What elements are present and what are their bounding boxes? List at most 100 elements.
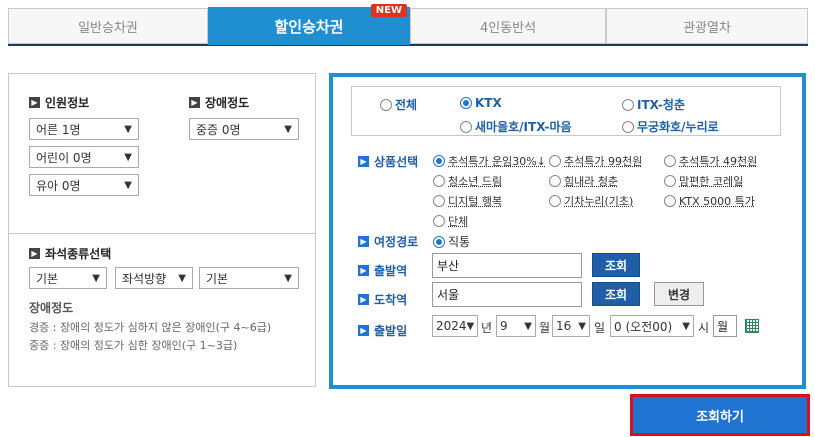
- month-select[interactable]: 9 ▼: [496, 315, 536, 337]
- train-type-mugunghwa-radio[interactable]: 무궁화호/누리로: [622, 118, 719, 135]
- seat-position-select[interactable]: 기본 ▼: [199, 267, 299, 289]
- divider: [9, 233, 315, 234]
- tab-discount-ticket[interactable]: 할인승차권 NEW: [208, 4, 410, 45]
- train-type-itx-cheongchun-radio[interactable]: ITX-청춘: [622, 96, 685, 113]
- route-label: ▶ 여정경로: [358, 233, 418, 250]
- train-type-saemaeul-radio[interactable]: 새마을호/ITX-마음: [460, 118, 572, 135]
- search-button[interactable]: 조회하기: [633, 397, 807, 433]
- calendar-icon[interactable]: [745, 319, 759, 333]
- radio-label: 추석특가 99천원: [564, 155, 643, 168]
- arrow-icon: ▶: [358, 236, 369, 247]
- arrow-icon: ▶: [358, 294, 369, 305]
- chevron-down-icon: ▼: [466, 320, 475, 332]
- select-value: 0 (오전00): [614, 319, 673, 334]
- ticket-tabs: 일반승차권 할인승차권 NEW 4인동반석 관광열차: [8, 4, 808, 46]
- radio-label: 직통: [448, 235, 471, 249]
- label-text: 상품선택: [374, 155, 419, 169]
- day-select[interactable]: 16 ▼: [552, 315, 590, 337]
- swap-stations-button[interactable]: 변경: [654, 282, 704, 306]
- chevron-down-icon: ▼: [92, 272, 100, 284]
- weekday-display: 월: [713, 315, 737, 337]
- radio-icon: [549, 155, 561, 167]
- seat-type-heading: ▶ 좌석종류선택: [29, 245, 111, 262]
- arrow-icon: ▶: [358, 156, 369, 167]
- seat-direction-select[interactable]: 좌석방향 ▼: [115, 267, 193, 289]
- radio-label: KTX 5000 특가: [679, 195, 755, 208]
- chevron-down-icon: ▼: [124, 179, 132, 191]
- product-radio[interactable]: 기차누리(기초): [549, 193, 633, 209]
- hour-unit: 시: [698, 321, 710, 335]
- disability-count-select[interactable]: 중증 0명 ▼: [189, 118, 299, 140]
- radio-label: 추석특가 운임30%↓: [448, 155, 546, 168]
- radio-checked-icon: [433, 155, 445, 167]
- product-radio[interactable]: 청소년 드림: [433, 173, 502, 189]
- radio-icon: [622, 120, 634, 133]
- chevron-down-icon: ▼: [682, 320, 690, 332]
- arrow-icon: ▶: [29, 97, 40, 108]
- radio-label: 기차누리(기초): [564, 195, 634, 208]
- tab-label: 4인동반석: [479, 20, 537, 36]
- disability-note-title: 장애정도: [29, 301, 74, 315]
- chevron-down-icon: ▼: [524, 320, 532, 332]
- departure-search-button[interactable]: 조회: [592, 253, 640, 277]
- radio-icon: [380, 98, 392, 111]
- label-text: 도착역: [374, 293, 408, 307]
- train-type-box: 전체 KTX ITX-청춘 새마을호/ITX-마음 무궁화호/누리로: [351, 86, 781, 136]
- product-radio[interactable]: 힘내라 청춘: [549, 173, 618, 189]
- select-value: 어린이 0명: [36, 150, 92, 165]
- disability-heading: ▶ 장애정도: [189, 94, 249, 111]
- radio-icon: [433, 195, 445, 207]
- radio-icon: [664, 195, 676, 207]
- arrow-icon: ▶: [189, 97, 200, 108]
- heading-text: 좌석종류선택: [45, 247, 112, 261]
- arrival-station-input[interactable]: 서울: [432, 282, 582, 307]
- infant-count-select[interactable]: 유아 0명 ▼: [29, 174, 139, 196]
- passenger-info-heading: ▶ 인원정보: [29, 94, 89, 111]
- year-unit: 년: [481, 321, 493, 335]
- tab-label: 일반승차권: [78, 20, 138, 36]
- tab-label: 할인승차권: [274, 17, 344, 36]
- year-select[interactable]: 2024 ▼: [432, 315, 478, 337]
- disability-note-mild: 경증 : 장애의 정도가 심하지 않은 장애인(구 4~6급): [29, 321, 272, 334]
- departure-station-input[interactable]: 부산: [432, 253, 582, 278]
- label-text: 출발일: [374, 324, 408, 338]
- train-type-ktx-radio[interactable]: KTX: [460, 96, 502, 110]
- select-value: 좌석방향: [122, 271, 167, 286]
- tab-label: 관광열차: [683, 20, 731, 36]
- arrow-icon: ▶: [358, 265, 369, 276]
- radio-label: 새마을호/ITX-마음: [475, 120, 572, 134]
- seat-type-select[interactable]: 기본 ▼: [29, 267, 107, 289]
- child-count-select[interactable]: 어린이 0명 ▼: [29, 146, 139, 168]
- day-unit: 일: [594, 321, 606, 335]
- product-radio[interactable]: 디지털 행복: [433, 193, 502, 209]
- product-radio[interactable]: 추석특가 운임30%↓: [433, 153, 546, 169]
- select-value: 9: [500, 319, 508, 333]
- tab-general-ticket[interactable]: 일반승차권: [8, 8, 208, 44]
- route-direct-radio[interactable]: 직통: [433, 233, 470, 250]
- product-radio[interactable]: 단체: [433, 213, 468, 229]
- product-radio[interactable]: 추석특가 49천원: [664, 153, 757, 169]
- radio-label: ITX-청춘: [637, 98, 685, 112]
- select-value: 기본: [36, 271, 59, 286]
- tab-tour-train[interactable]: 관광열차: [606, 8, 808, 44]
- arrow-icon: ▶: [29, 248, 40, 259]
- chevron-down-icon: ▼: [124, 151, 132, 163]
- tab-four-person-seat[interactable]: 4인동반석: [410, 8, 606, 44]
- select-value: 16: [556, 319, 572, 333]
- radio-checked-icon: [433, 235, 445, 248]
- adult-count-select[interactable]: 어른 1명 ▼: [29, 118, 139, 140]
- radio-label: 청소년 드림: [448, 175, 503, 188]
- chevron-down-icon: ▼: [284, 123, 292, 135]
- radio-label: KTX: [475, 96, 502, 110]
- arrival-search-button[interactable]: 조회: [592, 282, 640, 306]
- product-radio[interactable]: 맘편한 코레일: [664, 173, 743, 189]
- chevron-down-icon: ▼: [178, 272, 186, 284]
- month-unit: 월: [539, 321, 551, 335]
- radio-icon: [664, 175, 676, 187]
- departure-label: ▶ 출발역: [358, 262, 407, 279]
- train-type-all-radio[interactable]: 전체: [380, 96, 417, 113]
- select-value: 어른 1명: [36, 122, 81, 137]
- product-radio[interactable]: 추석특가 99천원: [549, 153, 642, 169]
- product-radio[interactable]: KTX 5000 특가: [664, 193, 755, 209]
- hour-select[interactable]: 0 (오전00) ▼: [610, 315, 694, 337]
